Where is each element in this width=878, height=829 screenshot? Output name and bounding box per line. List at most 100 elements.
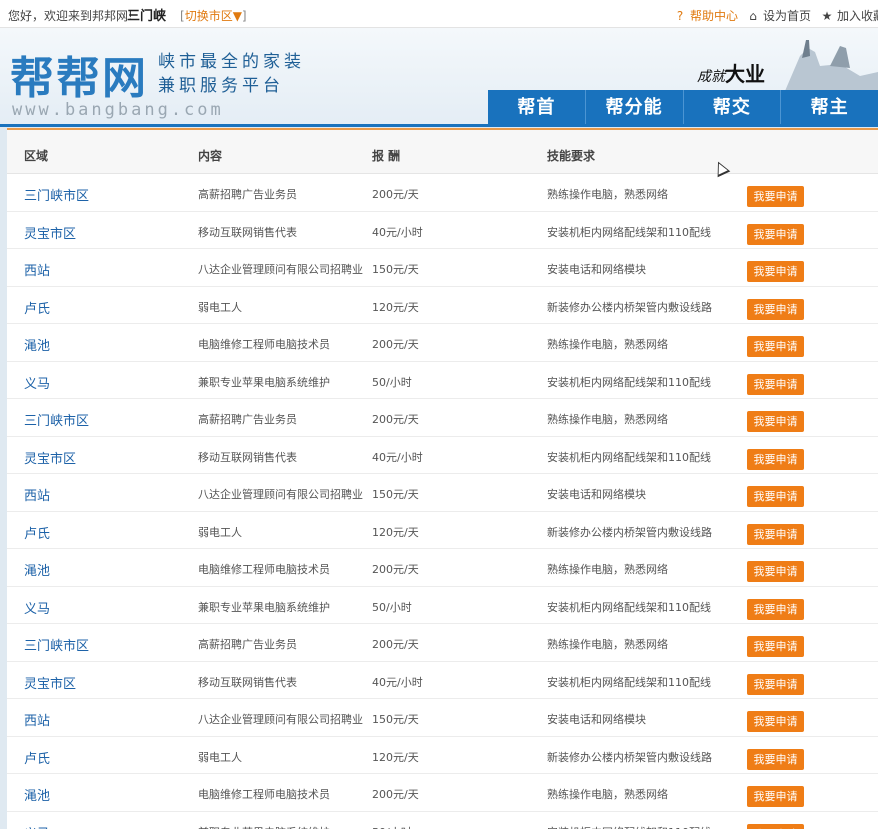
job-content: 兼职专业苹果电脑系统维护 [198, 375, 330, 389]
apply-button[interactable]: 我要申请 [747, 636, 804, 657]
region-link[interactable]: 三门峡市区 [24, 635, 89, 654]
skill-requirement: 新装修办公楼内桥架管内敷设线路 [547, 525, 712, 539]
switch-city-label: 切换市区▼ [184, 9, 242, 23]
region-link[interactable]: 卢氏 [24, 523, 50, 542]
table-row: 灵宝市区 移动互联网销售代表 40元/小时 安装机柜内网络配线架和110配线 我要申请 [7, 662, 878, 699]
table-row: 三门峡市区 高薪招聘广告业务员 200元/天 熟练操作电脑，熟悉网络 我要申请 [7, 399, 878, 437]
apply-button[interactable]: 我要申请 [747, 711, 804, 732]
table-row: 三门峡市区 高薪招聘广告业务员 200元/天 熟练操作电脑，熟悉网络 我要申请 [7, 174, 878, 212]
region-link[interactable]: 西站 [24, 485, 50, 504]
apply-button[interactable]: 我要申请 [747, 261, 804, 282]
table-row: 灵宝市区 移动互联网销售代表 40元/小时 安装机柜内网络配线架和110配线 我要申请 [7, 437, 878, 474]
apply-button[interactable]: 我要申请 [747, 223, 804, 245]
apply-button[interactable]: 我要申请 [747, 786, 804, 807]
nav-item-home[interactable]: 帮首 [488, 90, 585, 125]
apply-button[interactable]: 我要申请 [747, 486, 804, 507]
skill-requirement: 熟练操作电脑，熟悉网络 [547, 188, 668, 201]
apply-button[interactable]: 我要申请 [747, 823, 804, 829]
region-link[interactable]: 灵宝市区 [24, 223, 76, 242]
region-link[interactable]: 西站 [24, 260, 50, 279]
region-link[interactable]: 灵宝市区 [24, 448, 76, 467]
apply-button[interactable]: 我要申请 [747, 336, 804, 357]
region-link[interactable]: 卢氏 [24, 748, 50, 767]
skill-requirement: 安装机柜内网络配线架和110配线 [547, 824, 711, 829]
question-icon: ? [676, 9, 684, 23]
help-center-link[interactable]: ? 帮助中心 [673, 7, 738, 24]
job-listing-table: 区域 内容 报 酬 技能要求 三门峡市区 高薪招聘广告业务员 200元/天 熟练操作电… [7, 128, 878, 829]
job-pay: 50/小时 [372, 375, 412, 389]
skill-requirement: 安装机柜内网络配线架和110配线 [547, 225, 711, 239]
job-content: 弱电工人 [198, 525, 242, 539]
job-pay: 200元/天 [372, 188, 419, 201]
top-utility-bar: 您好，欢迎来到邦邦网! 三门峡 [切换市区▼] ? 帮助中心 ⌂ 设为首页 ★ 加入收… [0, 0, 878, 28]
apply-button[interactable]: 我要申请 [747, 673, 804, 695]
region-link[interactable]: 义马 [24, 823, 50, 829]
switch-city-link[interactable]: [切换市区▼] [180, 7, 247, 24]
region-link[interactable]: 渑池 [24, 335, 50, 354]
job-pay: 200元/天 [372, 788, 419, 801]
job-content: 电脑维修工程师电脑技术员 [198, 563, 330, 576]
job-content: 移动互联网销售代表 [198, 450, 297, 464]
job-pay: 120元/天 [372, 525, 419, 539]
apply-button[interactable]: 我要申请 [747, 523, 804, 545]
nav-item-functions[interactable]: 帮分能 [584, 90, 683, 125]
skill-requirement: 熟练操作电脑，熟悉网络 [547, 638, 668, 651]
job-pay: 120元/天 [372, 300, 419, 314]
table-row: 渑池 电脑维修工程师电脑技术员 200元/天 熟练操作电脑，熟悉网络 我要申请 [7, 774, 878, 812]
apply-button[interactable]: 我要申请 [747, 561, 804, 582]
job-pay: 50/小时 [372, 600, 412, 614]
skill-requirement: 新装修办公楼内桥架管内敷设线路 [547, 300, 712, 314]
skill-requirement: 熟练操作电脑，熟悉网络 [547, 338, 668, 351]
set-homepage-label: 设为首页 [763, 9, 812, 23]
region-link[interactable]: 三门峡市区 [24, 410, 89, 429]
region-link[interactable]: 卢氏 [24, 298, 50, 317]
welcome-text: 您好，欢迎来到邦邦网! [8, 9, 133, 23]
job-content: 兼职专业苹果电脑系统维护 [198, 824, 330, 829]
skill-requirement: 新装修办公楼内桥架管内敷设线路 [547, 750, 712, 764]
table-row: 卢氏 弱电工人 120元/天 新装修办公楼内桥架管内敷设线路 我要申请 [7, 737, 878, 774]
apply-button[interactable]: 我要申请 [747, 748, 804, 770]
job-pay: 40元/小时 [372, 450, 423, 464]
job-content: 电脑维修工程师电脑技术员 [198, 788, 330, 801]
region-link[interactable]: 西站 [24, 710, 50, 729]
skill-requirement: 安装机柜内网络配线架和110配线 [547, 375, 711, 389]
site-header: 帮帮网 峡市最全的家装 兼职服务平台 www.bangbang.com 成就大业… [0, 28, 878, 125]
add-favorite-label: 加入收藏 [837, 9, 878, 23]
table-row: 灵宝市区 移动互联网销售代表 40元/小时 安装机柜内网络配线架和110配线 我要申请 [7, 212, 878, 249]
table-row: 渑池 电脑维修工程师电脑技术员 200元/天 熟练操作电脑，熟悉网络 我要申请 [7, 549, 878, 587]
apply-button[interactable]: 我要申请 [747, 373, 804, 395]
site-logo[interactable]: 帮帮网 [10, 42, 148, 106]
region-link[interactable]: 义马 [24, 598, 50, 617]
job-content: 电脑维修工程师电脑技术员 [198, 338, 330, 351]
nav-item-owner[interactable]: 帮主 [780, 90, 878, 125]
set-homepage-link[interactable]: ⌂ 设为首页 [746, 7, 811, 24]
job-pay: 150元/天 [372, 713, 419, 726]
apply-button[interactable]: 我要申请 [747, 186, 804, 207]
region-link[interactable]: 三门峡市区 [24, 185, 89, 204]
job-pay: 200元/天 [372, 563, 419, 576]
region-link[interactable]: 渑池 [24, 785, 50, 804]
apply-button[interactable]: 我要申请 [747, 448, 804, 470]
add-favorite-link[interactable]: ★ 加入收藏 [820, 7, 878, 24]
region-link[interactable]: 义马 [24, 373, 50, 392]
job-content: 高薪招聘广告业务员 [198, 188, 297, 201]
apply-button[interactable]: 我要申请 [747, 598, 804, 620]
job-pay: 40元/小时 [372, 675, 423, 689]
current-city: 三门峡 [127, 9, 167, 24]
job-pay: 150元/天 [372, 488, 419, 501]
region-link[interactable]: 灵宝市区 [24, 673, 76, 692]
table-row: 卢氏 弱电工人 120元/天 新装修办公楼内桥架管内敷设线路 我要申请 [7, 287, 878, 324]
table-row: 义马 兼职专业苹果电脑系统维护 50/小时 安装机柜内网络配线架和110配线 我要申请 [7, 362, 878, 399]
apply-button[interactable]: 我要申请 [747, 298, 804, 320]
job-pay: 200元/天 [372, 413, 419, 426]
table-row: 三门峡市区 高薪招聘广告业务员 200元/天 熟练操作电脑，熟悉网络 我要申请 [7, 624, 878, 662]
slogan-line-1: 峡市最全的家装 [158, 52, 305, 72]
job-content: 弱电工人 [198, 300, 242, 314]
hero-text-bold: 大业 [725, 62, 765, 86]
table-body: 三门峡市区 高薪招聘广告业务员 200元/天 熟练操作电脑，熟悉网络 我要申请 灵宝市区移… [7, 174, 878, 829]
region-link[interactable]: 渑池 [24, 560, 50, 579]
slogan-line-2: 兼职服务平台 [158, 76, 284, 96]
nav-item-exchange[interactable]: 帮交 [682, 90, 781, 125]
job-content: 八达企业管理顾问有限公司招聘业 [198, 713, 363, 726]
apply-button[interactable]: 我要申请 [747, 411, 804, 432]
